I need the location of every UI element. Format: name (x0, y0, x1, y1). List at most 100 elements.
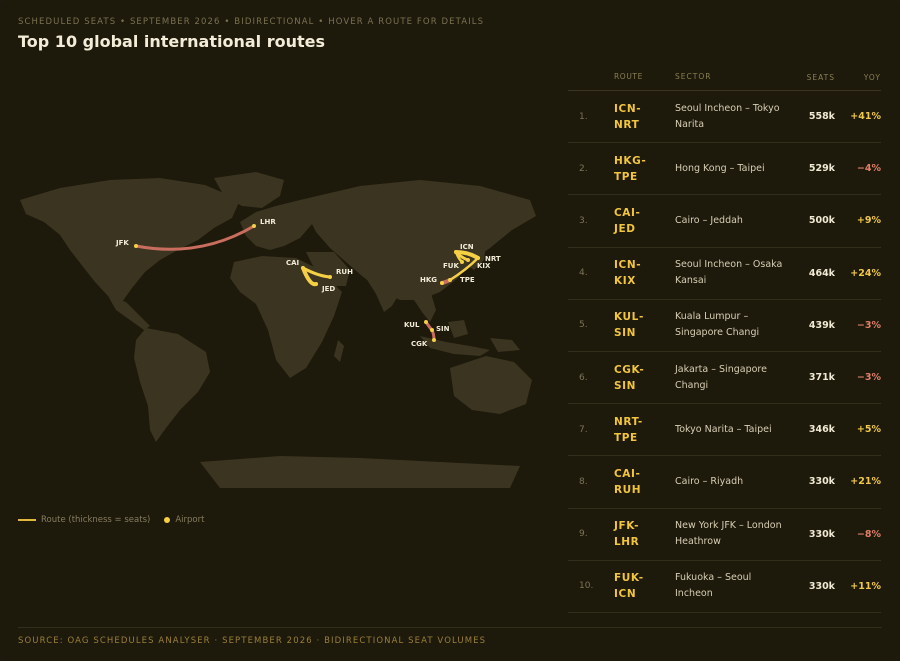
row-yoy: +11% (850, 580, 881, 592)
airport-sin-dot[interactable] (430, 328, 434, 332)
row-route: NRT- TPE (614, 414, 675, 446)
row-route: HKG- TPE (614, 153, 675, 185)
row-route-origin: HKG- (614, 154, 647, 167)
row-route-origin: KUL- (614, 311, 644, 324)
row-seats: 330k (808, 580, 835, 592)
airport-kix-dot[interactable] (466, 258, 470, 262)
row-sector: Cairo – Jeddah (675, 214, 743, 226)
row-yoy: −8% (856, 528, 881, 540)
row-seats: 439k (808, 319, 835, 331)
row-yoy: +5% (856, 424, 881, 436)
row-seats: 371k (808, 372, 835, 384)
airport-label-kix: KIX (477, 262, 491, 270)
row-seats: 330k (808, 476, 835, 488)
airport-jfk-dot[interactable] (134, 244, 138, 248)
row-sector: Jakarta – Singapore Changi (675, 363, 767, 391)
row-sector: Hong Kong – Taipei (675, 162, 765, 174)
airport-label-cgk: CGK (411, 340, 428, 348)
row-yoy: −4% (856, 163, 881, 175)
airport-swatch-icon (164, 517, 171, 523)
row-sector: Seoul Incheon – Osaka Kansai (675, 259, 783, 287)
table-row[interactable]: 3. CAI- JED Cairo – Jeddah 500k +9% (568, 195, 881, 248)
header-sector: SECTOR (675, 72, 712, 81)
dashboard-frame: SCHEDULED SEATS • SEPTEMBER 2026 • BIDIR… (0, 0, 900, 661)
airport-kul-dot[interactable] (424, 320, 428, 324)
row-yoy: −3% (856, 319, 881, 331)
airport-label-hkg: HKG (420, 276, 437, 284)
table-row[interactable]: 7. NRT- TPE Tokyo Narita – Taipei 346k +… (568, 404, 881, 457)
row-route-destination: ICN (614, 588, 637, 601)
row-seats: 529k (808, 163, 835, 175)
row-rank: 5. (579, 320, 588, 331)
airport-label-tpe: TPE (460, 276, 475, 284)
row-rank: 6. (579, 372, 588, 383)
airport-hkg-dot[interactable] (440, 281, 444, 285)
row-sector: Fukuoka – Seoul Incheon (675, 572, 752, 600)
row-yoy: +9% (856, 215, 881, 227)
table-row[interactable]: 10. FUK- ICN Fukuoka – Seoul Incheon 330… (568, 561, 881, 613)
row-sector: Seoul Incheon – Tokyo Narita (675, 102, 780, 130)
row-route: CAI- JED (614, 205, 675, 237)
row-yoy: +41% (850, 111, 881, 123)
table-row[interactable]: 2. HKG- TPE Hong Kong – Taipei 529k −4% (568, 143, 881, 196)
footer-divider (18, 627, 882, 628)
row-rank: 3. (579, 215, 588, 226)
row-route-origin: CAI- (614, 467, 641, 480)
row-rank: 1. (579, 111, 588, 122)
row-route-destination: SIN (614, 379, 637, 392)
airport-cai-dot[interactable] (301, 266, 305, 270)
source-note: SOURCE: OAG SCHEDULES ANALYSER · SEPTEMB… (18, 636, 487, 646)
airport-fuk-dot[interactable] (460, 260, 464, 264)
airport-label-ruh: RUH (336, 268, 353, 276)
route-swatch (18, 519, 36, 521)
table-row[interactable]: 8. CAI- RUH Cairo – Riyadh 330k +21% (568, 456, 881, 509)
row-route-destination: SIN (614, 327, 637, 340)
table-row[interactable]: 1. ICN- NRT Seoul Incheon – Tokyo Narita… (568, 91, 881, 144)
row-yoy: −3% (856, 372, 881, 384)
airport-label-cai: CAI (286, 259, 299, 267)
row-sector: New York JFK – London Heathrow (675, 520, 782, 548)
airport-label-kul: KUL (404, 321, 420, 329)
airport-cgk-dot[interactable] (432, 338, 436, 342)
row-route-destination: JED (614, 222, 636, 235)
table-row[interactable]: 6. CGK- SIN Jakarta – Singapore Changi 3… (568, 352, 881, 405)
airport-label-jfk: JFK (115, 239, 129, 247)
map-legend: Route (thickness = seats) Airport (18, 515, 204, 525)
row-route-destination: KIX (614, 275, 636, 288)
header-seats: SEATS (806, 72, 835, 82)
row-route-destination: TPE (614, 431, 638, 444)
row-rank: 8. (579, 476, 588, 487)
airport-icn-dot[interactable] (454, 250, 458, 254)
row-rank: 4. (579, 268, 588, 279)
legend-airport-label: Airport (175, 515, 205, 525)
row-route-destination: LHR (614, 536, 640, 549)
airport-tpe-dot[interactable] (448, 278, 452, 282)
airport-lhr-dot[interactable] (252, 224, 256, 228)
table-header: ROUTE SECTOR SEATS YOY (568, 64, 881, 91)
table-row[interactable]: 5. KUL- SIN Kuala Lumpur – Singapore Cha… (568, 300, 881, 352)
row-route-origin: ICN- (614, 102, 642, 115)
row-route-origin: FUK- (614, 572, 644, 585)
row-sector: Cairo – Riyadh (675, 475, 744, 487)
airport-ruh-dot[interactable] (328, 275, 332, 279)
row-route: CGK- SIN (614, 362, 675, 394)
row-route-origin: CGK- (614, 363, 645, 376)
row-seats: 346k (808, 424, 835, 436)
row-yoy: +21% (850, 476, 881, 488)
airport-label-icn: ICN (460, 243, 474, 251)
table-row[interactable]: 9. JFK- LHR New York JFK – London Heathr… (568, 509, 881, 561)
row-route-destination: TPE (614, 170, 638, 183)
table-body: 1. ICN- NRT Seoul Incheon – Tokyo Narita… (568, 91, 881, 613)
airport-nrt-dot[interactable] (476, 256, 480, 260)
row-rank: 7. (579, 424, 588, 435)
row-rank: 10. (579, 581, 594, 592)
land-masses (20, 172, 536, 488)
row-seats: 464k (808, 267, 835, 279)
row-rank: 9. (579, 529, 588, 540)
row-route-destination: RUH (614, 483, 642, 496)
table-row[interactable]: 4. ICN- KIX Seoul Incheon – Osaka Kansai… (568, 248, 881, 300)
airport-jed-dot[interactable] (314, 282, 318, 286)
row-seats: 330k (808, 528, 835, 540)
world-map: JFK LHR CAI RUH JED ICN NRT KIX FUK HKG … (20, 172, 536, 488)
row-route: FUK- ICN (614, 570, 675, 602)
